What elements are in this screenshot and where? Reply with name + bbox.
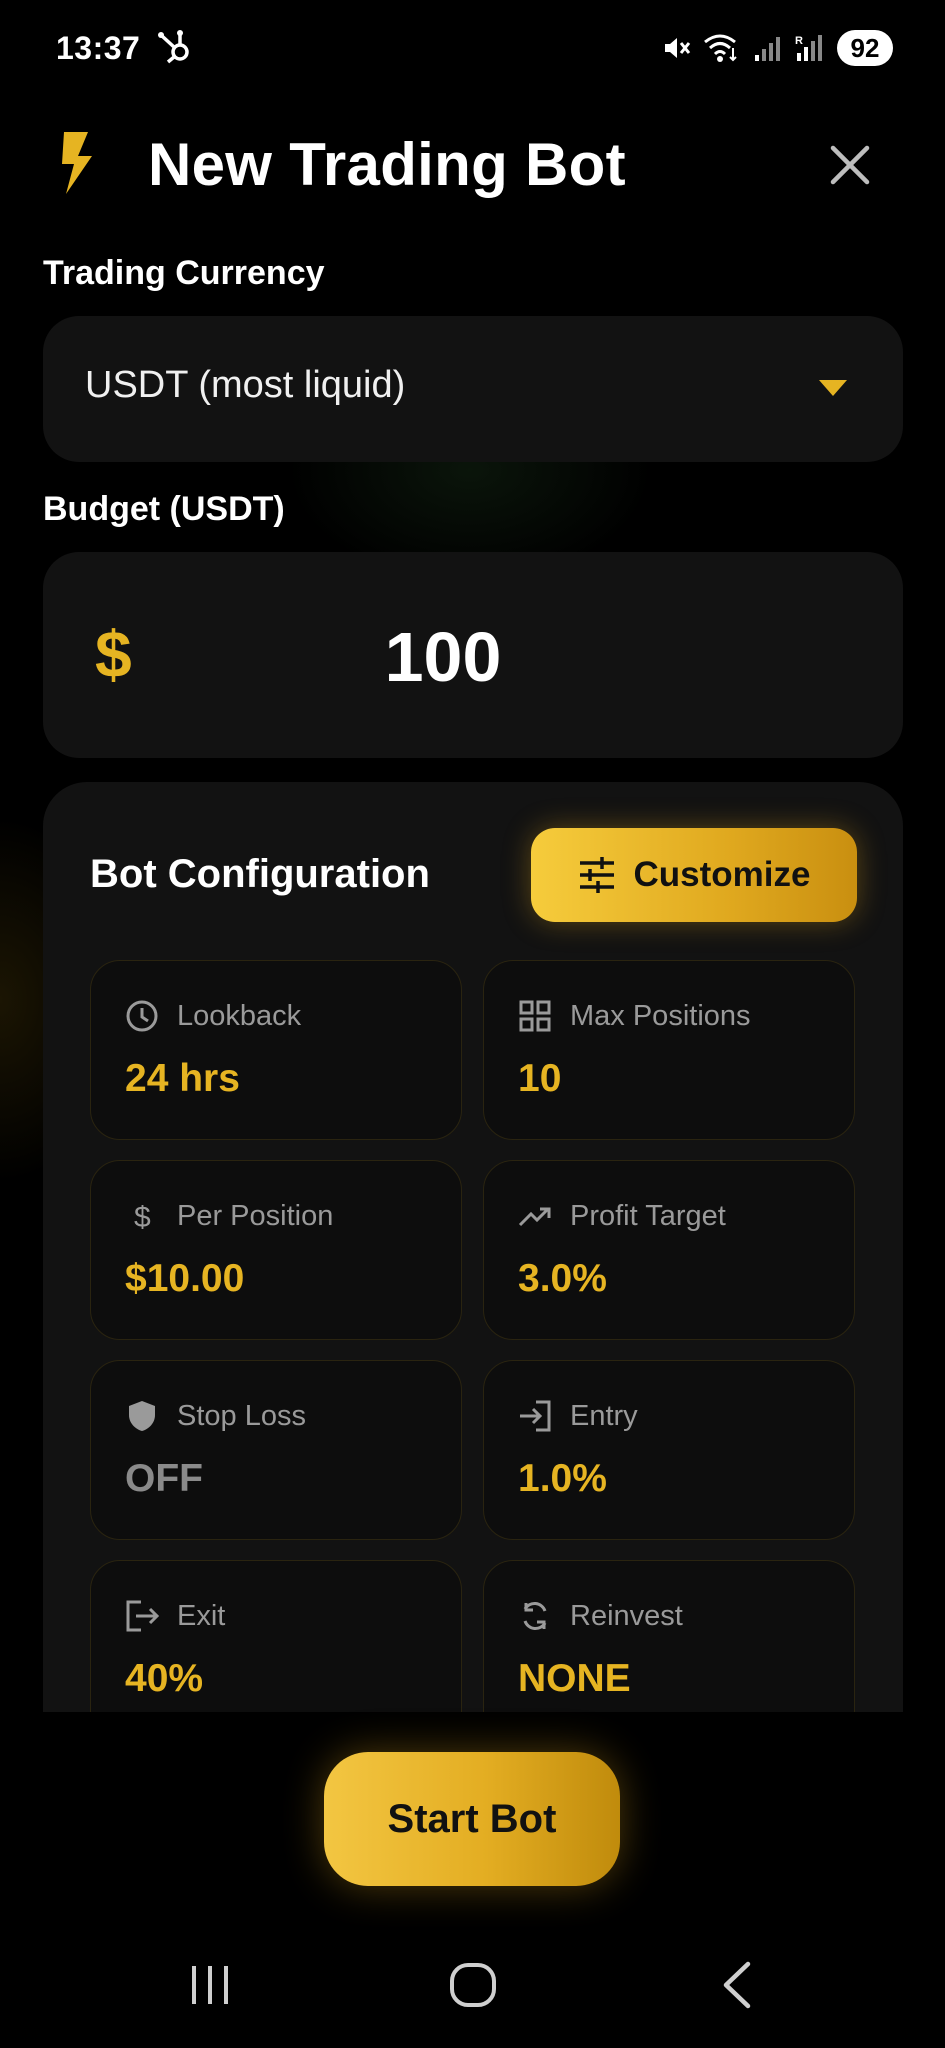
tile-label: Reinvest <box>570 1599 683 1632</box>
hubspot-icon <box>158 30 189 64</box>
tile-value: 24 hrs <box>125 1057 240 1100</box>
tile-label: Per Position <box>177 1199 334 1232</box>
tile-value: 40% <box>125 1657 204 1700</box>
config-tile-profit-target[interactable]: Profit Target 3.0% <box>483 1160 855 1340</box>
header: New Trading Bot <box>0 118 945 210</box>
mute-icon <box>665 38 691 58</box>
recent-apps-icon[interactable] <box>188 1960 232 2010</box>
tile-value: 3.0% <box>518 1257 607 1300</box>
wifi-icon <box>704 34 737 62</box>
tile-value: $10.00 <box>125 1257 245 1300</box>
config-tile-reinvest[interactable]: Reinvest NONE <box>483 1560 855 1712</box>
sync-icon <box>523 1602 547 1630</box>
config-tile-per-position[interactable]: $ Per Position $10.00 <box>90 1160 462 1340</box>
shield-icon <box>129 1401 155 1431</box>
signal-roaming-icon: R <box>795 35 822 61</box>
trending-up-icon <box>518 1207 551 1227</box>
status-time: 13:37 <box>56 30 141 66</box>
tile-label: Lookback <box>177 999 302 1032</box>
back-icon[interactable] <box>716 1960 756 2010</box>
config-tile-exit[interactable]: Exit 40% <box>90 1560 462 1712</box>
logout-icon <box>126 1600 159 1632</box>
tile-label: Exit <box>177 1599 226 1632</box>
config-tile-max-positions[interactable]: Max Positions 10 <box>483 960 855 1140</box>
start-bot-button[interactable]: Start Bot <box>324 1752 620 1886</box>
signal-icon <box>755 37 780 61</box>
home-icon[interactable] <box>448 1960 498 2010</box>
screen: 13:37 R 92 New Trading Bot Trading Curre… <box>0 0 945 2048</box>
customize-button[interactable]: Customize <box>531 828 857 922</box>
lightning-bolt-icon <box>62 132 92 194</box>
trading-currency-label: Trading Currency <box>43 254 325 292</box>
grid-icon <box>519 1000 551 1032</box>
config-tile-lookback[interactable]: Lookback 24 hrs <box>90 960 462 1140</box>
tile-label: Stop Loss <box>177 1399 306 1432</box>
tile-value: OFF <box>125 1457 203 1500</box>
config-tile-entry[interactable]: Entry 1.0% <box>483 1360 855 1540</box>
currency-selected-value: USDT (most liquid) <box>85 364 406 406</box>
currency-dropdown[interactable]: USDT (most liquid) <box>43 316 903 462</box>
svg-text:R: R <box>795 35 803 47</box>
system-nav-bar <box>0 1930 945 2048</box>
dollar-sign-icon: $ <box>95 617 132 691</box>
config-title: Bot Configuration <box>90 852 430 896</box>
status-icons: R 92 <box>661 26 893 70</box>
tile-label: Max Positions <box>570 999 751 1032</box>
budget-label: Budget (USDT) <box>43 490 285 528</box>
tile-label: Profit Target <box>570 1199 726 1232</box>
svg-text:$: $ <box>134 1201 151 1233</box>
budget-input[interactable] <box>243 607 643 707</box>
clock-icon <box>126 1000 158 1032</box>
tile-label: Entry <box>570 1399 638 1432</box>
config-tile-stop-loss[interactable]: Stop Loss OFF <box>90 1360 462 1540</box>
budget-card: $ <box>43 552 903 758</box>
tile-value: 1.0% <box>518 1457 607 1500</box>
status-bar: 13:37 R 92 <box>0 0 945 96</box>
tile-value: NONE <box>518 1657 631 1700</box>
login-icon <box>520 1400 551 1432</box>
page-title: New Trading Bot <box>148 131 626 198</box>
dollar-icon: $ <box>134 1201 151 1233</box>
caret-down-icon <box>819 380 847 396</box>
tune-icon <box>579 857 614 893</box>
bot-configuration-panel: Bot Configuration Customize Lookback 24 … <box>43 782 903 1712</box>
close-icon[interactable] <box>825 140 875 190</box>
customize-label: Customize <box>633 855 811 894</box>
tile-value: 10 <box>518 1057 562 1100</box>
battery-indicator: 92 <box>837 30 893 66</box>
